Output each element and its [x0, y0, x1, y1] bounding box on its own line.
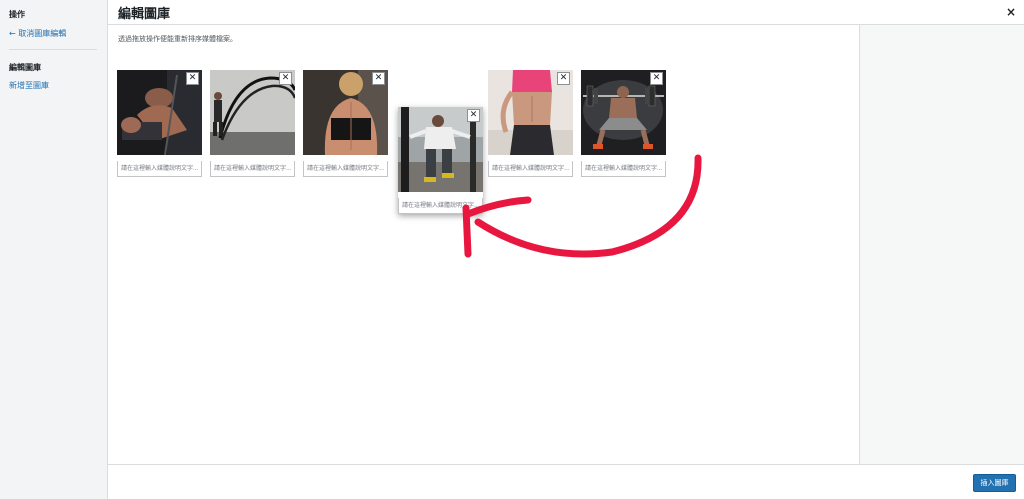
thumbnail-image[interactable]: ✕: [398, 107, 483, 192]
caption-input[interactable]: [117, 161, 202, 177]
caption-input[interactable]: [303, 161, 388, 177]
remove-item-button[interactable]: ✕: [557, 72, 570, 85]
caption-input[interactable]: [398, 198, 483, 214]
actions-heading: 操作: [9, 10, 25, 19]
remove-item-button[interactable]: ✕: [467, 109, 480, 122]
gallery-content: 透過拖放操作便能重新排序媒體檔案。 ✕ 請在這裡輸入媒體說明文字... ✕ 請在…: [108, 25, 859, 464]
thumbnail-image[interactable]: ✕: [303, 70, 388, 155]
reorder-instructions: 透過拖放操作便能重新排序媒體檔案。: [118, 35, 237, 43]
thumbnail-image[interactable]: ✕: [117, 70, 202, 155]
gallery-item-2[interactable]: ✕: [210, 70, 295, 177]
add-to-gallery-link[interactable]: 新增至圖庫: [9, 80, 49, 91]
remove-item-button[interactable]: ✕: [186, 72, 199, 85]
gallery-item-4-dragging[interactable]: ✕: [398, 107, 483, 214]
attachment-details-panel: [859, 25, 1024, 464]
remove-item-button[interactable]: ✕: [372, 72, 385, 85]
gallery-item-1[interactable]: ✕: [117, 70, 202, 177]
gallery-item-5[interactable]: ✕: [488, 70, 573, 177]
gallery-item-3[interactable]: ✕: [303, 70, 388, 177]
gallery-item-6[interactable]: ✕: [581, 70, 666, 177]
modal-title-bar: 編輯圖庫 ×: [108, 0, 1024, 25]
caption-input[interactable]: [210, 161, 295, 177]
insert-gallery-button[interactable]: 插入圖庫: [973, 474, 1016, 492]
remove-item-button[interactable]: ✕: [279, 72, 292, 85]
thumbnail-image[interactable]: ✕: [581, 70, 666, 155]
caption-input[interactable]: [581, 161, 666, 177]
sidebar-divider: [9, 49, 97, 50]
close-icon[interactable]: ×: [1006, 5, 1016, 19]
edit-gallery-heading: 編輯圖庫: [9, 63, 41, 72]
remove-item-button[interactable]: ✕: [650, 72, 663, 85]
media-sidebar: 操作 ← 取消圖庫編輯 編輯圖庫 新增至圖庫: [0, 0, 108, 499]
thumbnail-image[interactable]: ✕: [488, 70, 573, 155]
modal-toolbar: 插入圖庫: [108, 464, 1024, 499]
caption-input[interactable]: [488, 161, 573, 177]
cancel-gallery-edit-link[interactable]: ← 取消圖庫編輯: [9, 28, 66, 39]
page-title: 編輯圖庫: [118, 7, 171, 22]
thumbnail-image[interactable]: ✕: [210, 70, 295, 155]
